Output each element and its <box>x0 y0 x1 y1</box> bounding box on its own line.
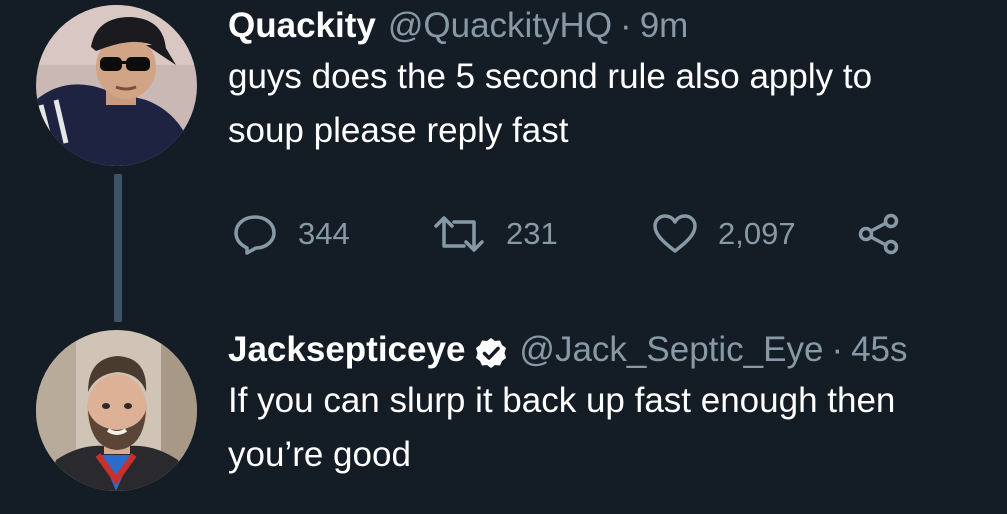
display-name[interactable]: Jacksepticeye <box>228 326 465 374</box>
tweet-jacksepticeye[interactable]: Jacksepticeye @Jack_Septic_Eye · 45s If … <box>228 326 1007 482</box>
jacksepticeye-avatar[interactable] <box>36 330 197 491</box>
retweet-icon <box>432 214 486 254</box>
tweet-header: Quackity @QuackityHQ · 9m <box>228 2 1007 50</box>
user-handle[interactable]: @Jack_Septic_Eye <box>519 326 823 374</box>
like-button[interactable]: 2,097 <box>652 213 857 255</box>
quackity-avatar[interactable] <box>36 5 197 166</box>
tweet-quackity[interactable]: Quackity @QuackityHQ · 9m guys does the … <box>228 2 1007 158</box>
tweet-text: guys does the 5 second rule also apply t… <box>228 50 998 158</box>
reply-count: 344 <box>298 216 350 251</box>
tweet-timestamp[interactable]: 9m <box>640 2 689 50</box>
tweet-text: If you can slurp it back up fast enough … <box>228 374 998 482</box>
retweet-button[interactable]: 231 <box>432 214 652 254</box>
separator-dot: · <box>620 6 632 45</box>
tweet-text-line: you’re good <box>228 435 411 474</box>
share-icon <box>857 212 901 256</box>
user-handle[interactable]: @QuackityHQ <box>388 2 612 50</box>
display-name[interactable]: Quackity <box>228 2 376 50</box>
like-count: 2,097 <box>718 216 796 251</box>
tweet-action-bar: 344 231 2,097 <box>232 212 901 256</box>
share-button[interactable] <box>857 212 901 256</box>
tweet-header: Jacksepticeye @Jack_Septic_Eye · 45s <box>228 326 1007 374</box>
tweet-thread: Quackity @QuackityHQ · 9m guys does the … <box>0 0 1007 514</box>
like-icon <box>652 213 698 255</box>
tweet-timestamp[interactable]: 45s <box>851 326 907 374</box>
tweet-text-line: If you can slurp it back up fast enough … <box>228 381 896 420</box>
reply-icon <box>232 213 278 255</box>
separator-dot: · <box>831 330 844 369</box>
retweet-count: 231 <box>506 216 558 251</box>
verified-badge-icon <box>475 334 507 368</box>
tweet-text-line: guys does the 5 second rule also apply t… <box>228 57 873 96</box>
reply-button[interactable]: 344 <box>232 213 432 255</box>
thread-connector-line <box>114 174 122 322</box>
tweet-text-line: soup please reply fast <box>228 111 569 150</box>
